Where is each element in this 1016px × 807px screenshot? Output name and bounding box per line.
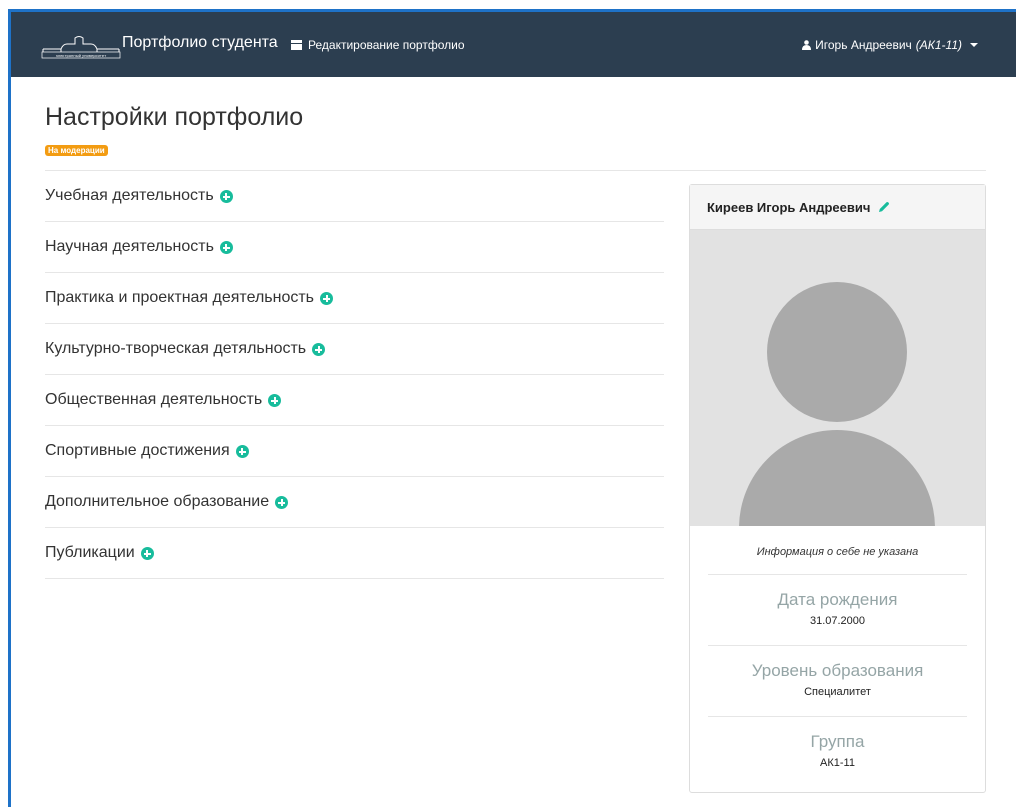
logo-caption: электронный университет bbox=[56, 54, 106, 58]
profile-card: Киреев Игорь Андреевич Информация о себе… bbox=[689, 184, 986, 793]
sections-list: Учебная деятельность Научная деятельност… bbox=[45, 171, 664, 579]
birth-date-label: Дата рождения bbox=[777, 590, 898, 609]
section-label: Учебная деятельность bbox=[45, 187, 214, 204]
document-icon bbox=[291, 40, 302, 50]
section-label: Публикации bbox=[45, 544, 135, 561]
birth-date-value: 31.07.2000 bbox=[809, 615, 866, 627]
plus-circle-icon[interactable] bbox=[219, 241, 233, 254]
avatar-body bbox=[739, 430, 935, 526]
user-name: Игорь Андреевич bbox=[815, 38, 912, 52]
section-science: Научная деятельность bbox=[45, 222, 664, 273]
plus-circle-icon[interactable] bbox=[219, 190, 233, 203]
user-icon bbox=[802, 40, 812, 50]
user-group: (АК1-11) bbox=[915, 38, 962, 52]
pencil-icon[interactable] bbox=[878, 201, 890, 213]
section-publications: Публикации bbox=[45, 528, 664, 579]
education-level-label: Уровень образования bbox=[751, 661, 924, 680]
avatar-head bbox=[767, 282, 907, 422]
education-level-value: Специалитет bbox=[804, 686, 871, 698]
status-badge: На модерации bbox=[45, 145, 108, 156]
section-label: Спортивные достижения bbox=[45, 442, 230, 459]
profile-card-header: Киреев Игорь Андреевич bbox=[690, 185, 985, 230]
edit-portfolio-link[interactable]: Редактирование портфолио bbox=[291, 38, 465, 52]
section-label: Дополнительное образование bbox=[45, 493, 270, 510]
group-block: Группа АК1-11 bbox=[708, 717, 967, 788]
section-practice: Практика и проектная деятельность bbox=[45, 273, 664, 324]
section-label: Общественная деятельность bbox=[45, 391, 263, 408]
caret-down-icon bbox=[970, 43, 978, 47]
about-text: Информация о себе не указана bbox=[708, 526, 967, 575]
plus-circle-icon[interactable] bbox=[140, 547, 154, 560]
section-label: Практика и проектная деятельность bbox=[45, 289, 315, 306]
avatar bbox=[690, 230, 985, 526]
section-culture: Культурно-творческая детяльность bbox=[45, 324, 664, 375]
page-title: Настройки портфолио bbox=[45, 103, 304, 131]
education-level-block: Уровень образования Специалитет bbox=[708, 646, 967, 717]
section-social: Общественная деятельность bbox=[45, 375, 664, 426]
user-menu[interactable]: Игорь Андреевич (АК1-11) bbox=[802, 38, 978, 52]
plus-circle-icon[interactable] bbox=[268, 394, 282, 407]
navbar: электронный университет Портфолио студен… bbox=[11, 12, 1016, 77]
section-label: Научная деятельность bbox=[45, 238, 214, 255]
plus-circle-icon[interactable] bbox=[275, 496, 289, 509]
frame-margin bbox=[0, 0, 8, 807]
plus-circle-icon[interactable] bbox=[312, 343, 326, 356]
section-sports: Спортивные достижения bbox=[45, 426, 664, 477]
edit-portfolio-label: Редактирование портфолио bbox=[308, 38, 465, 52]
profile-full-name: Киреев Игорь Андреевич bbox=[707, 199, 871, 215]
logo-icon[interactable]: электронный университет bbox=[41, 32, 121, 60]
section-study: Учебная деятельность bbox=[45, 171, 664, 222]
birth-date-block: Дата рождения 31.07.2000 bbox=[708, 575, 967, 646]
frame-left-border bbox=[8, 10, 11, 807]
group-value: АК1-11 bbox=[820, 757, 855, 769]
section-label: Культурно-творческая детяльность bbox=[45, 340, 307, 357]
section-additional-education: Дополнительное образование bbox=[45, 477, 664, 528]
plus-circle-icon[interactable] bbox=[320, 292, 334, 305]
brand-title[interactable]: Портфолио студента bbox=[122, 34, 278, 52]
group-label: Группа bbox=[810, 732, 865, 751]
plus-circle-icon[interactable] bbox=[235, 445, 249, 458]
